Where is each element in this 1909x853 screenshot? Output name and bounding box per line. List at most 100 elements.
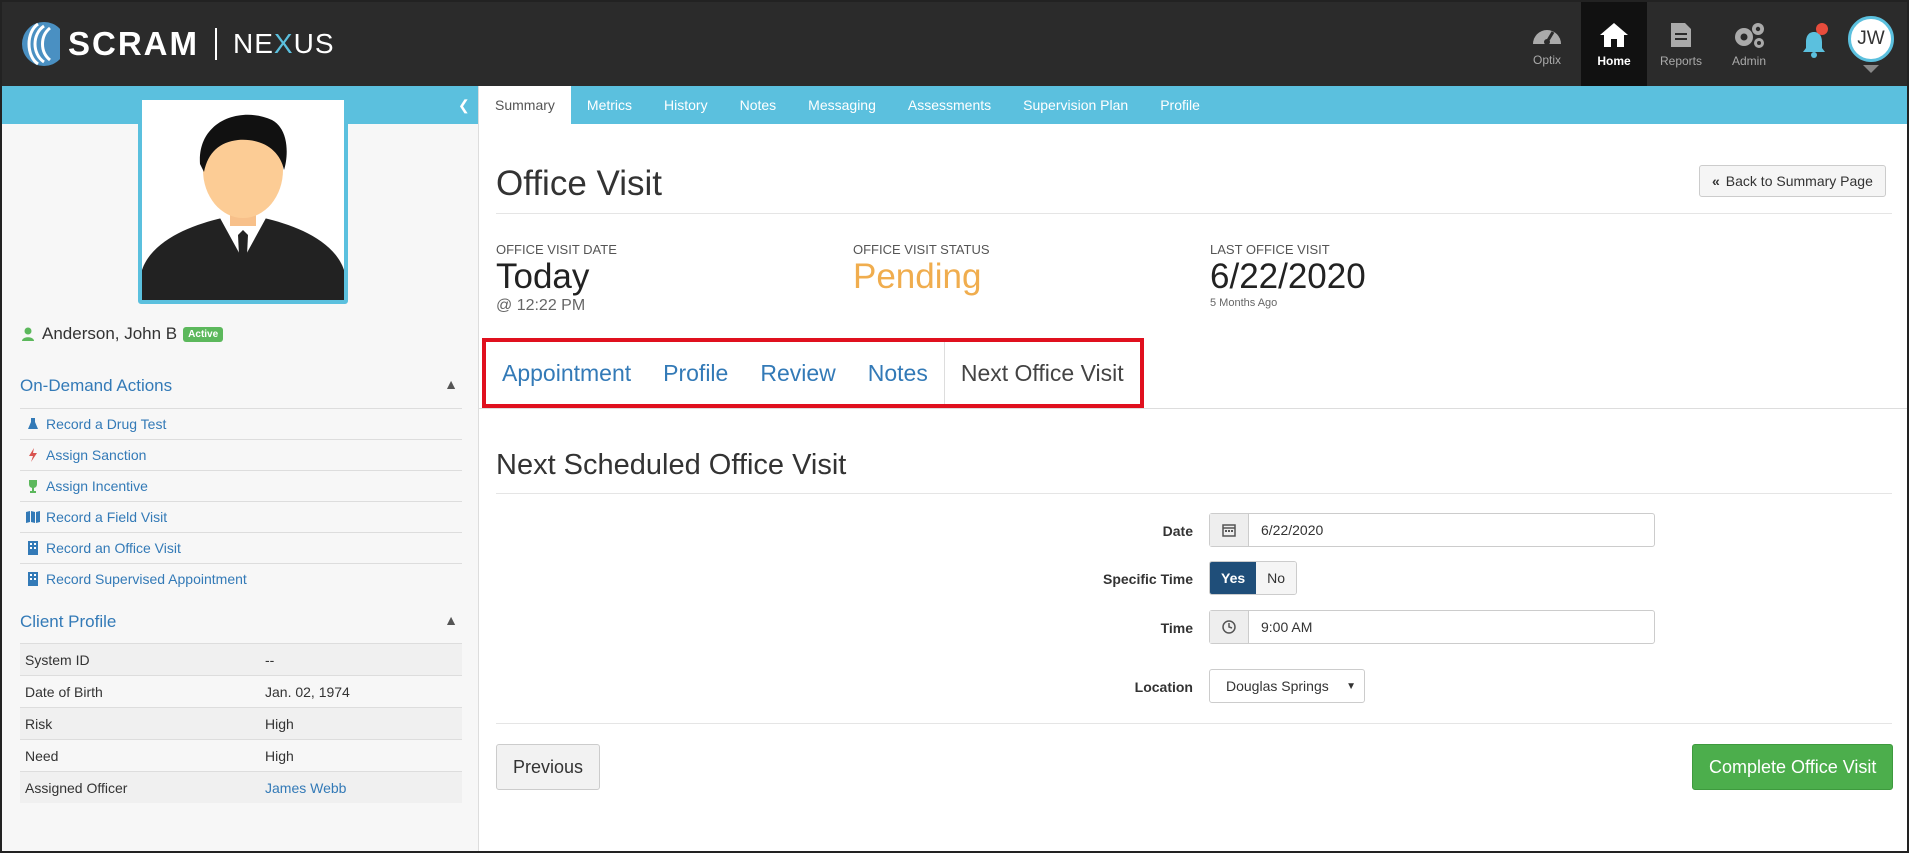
tab-messaging[interactable]: Messaging [792,86,892,124]
gears-icon [1735,22,1764,48]
section-title: Next Scheduled Office Visit [496,449,847,481]
tab-history[interactable]: History [648,86,724,124]
action-list: Record a Drug Test Assign Sanction Assig… [20,408,462,594]
map-icon [26,510,40,524]
divider [496,723,1892,724]
step-profile[interactable]: Profile [647,342,744,404]
building-icon [26,541,40,555]
nav-reports[interactable]: Reports [1647,2,1715,86]
profile-value: -- [265,651,275,668]
visit-status-stat: Office Visit Status Pending [853,242,990,297]
assign-sanction-link[interactable]: Assign Sanction [20,439,462,470]
user-menu[interactable]: JW [1845,2,1897,86]
client-photo [138,96,348,304]
divider [479,408,1907,409]
notifications-button[interactable] [1783,2,1845,86]
tab-profile[interactable]: Profile [1144,86,1216,124]
scram-nexus-logo[interactable]: SCRAM NEXUS [20,18,335,70]
building-icon [26,572,40,586]
tab-supervision-plan[interactable]: Supervision Plan [1007,86,1144,124]
on-demand-actions-header[interactable]: On-Demand Actions ▲ [20,376,460,396]
specific-time-yes-button[interactable]: Yes [1210,562,1257,594]
avatar: JW [1848,15,1894,62]
record-office-visit-link[interactable]: Record an Office Visit [20,532,462,563]
date-field[interactable]: 6/22/2020 [1209,513,1655,547]
tab-assessments[interactable]: Assessments [892,86,1007,124]
status-badge: Active [183,326,224,342]
location-select[interactable]: Douglas Springs ▼ [1209,669,1365,703]
specific-time-no-button[interactable]: No [1256,562,1297,594]
profile-key: Date of Birth [25,683,103,700]
record-drug-test-link[interactable]: Record a Drug Test [20,408,462,439]
last-visit-label: Last Office Visit [1210,242,1330,257]
visit-date-value: Today [496,257,590,296]
step-notes[interactable]: Notes [852,342,944,404]
product-name: NEXUS [233,28,335,59]
nav-admin-label: Admin [1731,53,1766,68]
document-icon [1671,22,1691,47]
nav-admin[interactable]: Admin [1715,2,1783,86]
lightning-icon [26,448,40,462]
profile-key: Risk [25,715,53,732]
time-field[interactable]: 9:00 AM [1209,610,1655,644]
profile-value: High [265,747,294,764]
nav-home[interactable]: Home [1581,2,1647,86]
profile-row: System ID -- [20,643,462,675]
location-selected-value: Douglas Springs [1226,678,1329,694]
client-name-text: Anderson, John B [42,324,178,343]
record-supervised-appointment-link[interactable]: Record Supervised Appointment [20,563,462,594]
back-to-summary-button[interactable]: « Back to Summary Page [1699,165,1886,197]
profile-row: Need High [20,739,462,771]
profile-key: Assigned Officer [25,779,128,796]
specific-time-label: Specific Time [1102,571,1193,587]
top-bar: SCRAM NEXUS Optix Home Reports Admin JW [2,2,1907,86]
location-label: Location [1134,679,1193,695]
time-input[interactable]: 9:00 AM [1249,611,1654,643]
visit-steps: Appointment Profile Review Notes Next Of… [482,338,1144,408]
nav-optix[interactable]: Optix [1513,2,1581,86]
trophy-icon [26,479,40,493]
record-field-visit-link[interactable]: Record a Field Visit [20,501,462,532]
profile-row: Risk High [20,707,462,739]
profile-key: System ID [25,651,90,668]
assigned-officer-link[interactable]: James Webb [265,780,346,796]
home-icon [1600,22,1628,47]
divider [496,493,1892,494]
client-tabs: Summary Metrics History Notes Messaging … [479,86,1907,124]
speedometer-icon [1533,29,1561,45]
collapse-sidebar-icon[interactable]: ❮ [458,97,470,114]
step-review[interactable]: Review [744,342,851,404]
visit-time-value: @ 12:22 PM [496,297,586,314]
tab-metrics[interactable]: Metrics [571,86,648,124]
complete-office-visit-button[interactable]: Complete Office Visit [1692,744,1894,790]
step-appointment[interactable]: Appointment [486,342,647,404]
step-next-office-visit[interactable]: Next Office Visit [943,342,1140,404]
tab-summary[interactable]: Summary [479,86,571,124]
flask-icon [26,417,40,431]
nav-optix-label: Optix [1532,52,1561,67]
divider [496,213,1892,214]
visit-date-stat: Office Visit Date Today @ 12:22 PM [496,242,617,315]
notification-dot [1816,23,1828,35]
client-profile-title: Client Profile [20,612,117,631]
main-content: Office Visit « Back to Summary Page Offi… [479,124,1907,851]
clock-icon [1210,611,1249,643]
logo-divider [215,28,217,60]
double-chevron-left-icon: « [1712,173,1720,189]
last-visit-value: 6/22/2020 [1210,257,1366,296]
tab-notes[interactable]: Notes [724,86,793,124]
nav-reports-label: Reports [1659,53,1703,68]
client-profile-header[interactable]: Client Profile ▲ [20,612,460,632]
date-label: Date [1162,523,1193,539]
last-visit-ago: 5 Months Ago [1210,297,1278,309]
chevron-down-icon: ▼ [1346,680,1356,692]
previous-button[interactable]: Previous [496,744,601,790]
profile-key: Need [25,747,59,764]
caret-down-icon [1863,64,1879,73]
date-input[interactable]: 6/22/2020 [1249,514,1654,546]
visit-status-label: Office Visit Status [853,242,990,257]
on-demand-actions-title: On-Demand Actions [20,376,173,395]
specific-time-toggle: Yes No [1209,561,1298,595]
user-icon [22,327,34,341]
assign-incentive-link[interactable]: Assign Incentive [20,470,462,501]
